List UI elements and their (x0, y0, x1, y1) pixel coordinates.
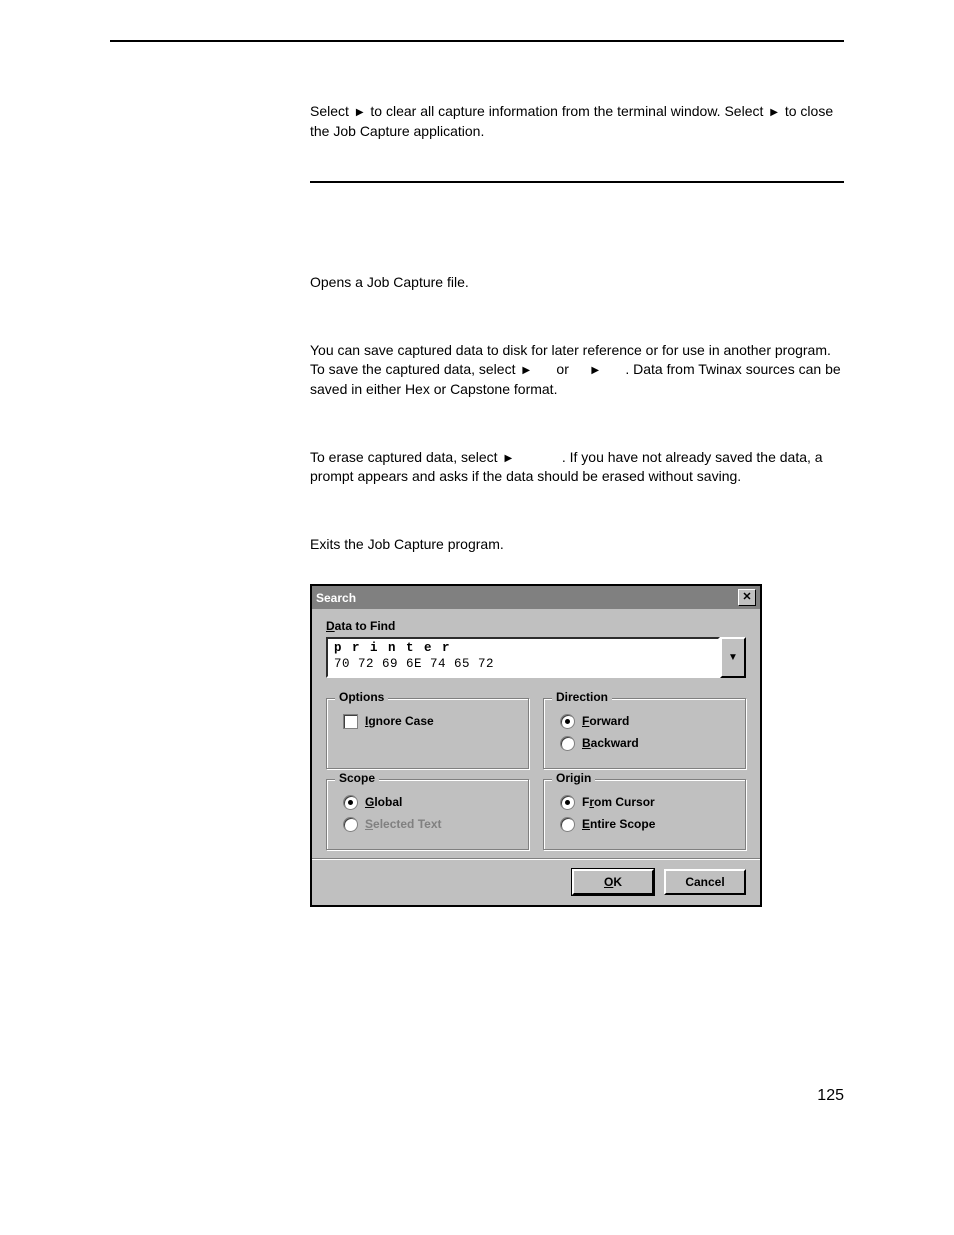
search-dialog: Search ✕ Data to Find printer 70 72 69 6… (310, 584, 762, 906)
direction-title: Direction (552, 690, 612, 704)
radio-icon (343, 817, 358, 832)
options-title: Options (335, 690, 388, 704)
exit-text: Exits the Job Capture program. (310, 535, 844, 555)
chevron-down-icon: ▼ (728, 652, 738, 663)
menu-arrow-icon: ▶ (591, 364, 599, 378)
input-letters-row: printer (334, 641, 714, 657)
intro-paragraph: Select ▶ to clear all capture informatio… (310, 102, 844, 141)
radio-icon (560, 736, 575, 751)
intro-text-1: Select (310, 103, 353, 119)
open-text: Opens a Job Capture file. (310, 273, 844, 293)
menu-arrow-icon: ▶ (504, 452, 512, 466)
menu-arrow-icon: ▶ (770, 106, 778, 120)
top-rule (110, 40, 844, 42)
selected-text-radio: Selected Text (343, 817, 518, 832)
origin-group: Origin From Cursor Entire Scope (543, 779, 746, 850)
reset-text-a: To erase captured data, select (310, 449, 501, 465)
entire-scope-radio[interactable]: Entire Scope (560, 817, 735, 832)
save-paragraph: You can save captured data to disk for l… (310, 341, 844, 400)
combo-dropdown-button[interactable]: ▼ (720, 637, 746, 677)
menu-arrow-icon: ▶ (356, 106, 364, 120)
menu-arrow-icon: ▶ (522, 364, 530, 378)
origin-title: Origin (552, 771, 595, 785)
section-rule (310, 181, 844, 183)
page-number: 125 (110, 1087, 844, 1105)
scope-group: Scope Global Selected Text (326, 779, 529, 850)
forward-radio[interactable]: Forward (560, 714, 735, 729)
intro-text-2: to clear all capture information from th… (370, 103, 767, 119)
ignore-case-checkbox[interactable]: Ignore Case (343, 714, 518, 729)
radio-icon (343, 795, 358, 810)
data-to-find-input[interactable]: printer 70 72 69 6E 74 65 72 (326, 637, 720, 677)
close-icon: ✕ (742, 592, 751, 603)
cancel-button[interactable]: Cancel (664, 869, 746, 895)
dialog-titlebar: Search ✕ (312, 586, 760, 609)
data-to-find-label: Data to Find (326, 619, 746, 633)
from-cursor-radio[interactable]: From Cursor (560, 795, 735, 810)
direction-group: Direction Forward Backward (543, 698, 746, 769)
radio-icon (560, 795, 575, 810)
data-to-find-combo[interactable]: printer 70 72 69 6E 74 65 72 ▼ (326, 637, 746, 677)
options-group: Options Ignore Case (326, 698, 529, 769)
reset-paragraph: To erase captured data, select ▶ . If yo… (310, 448, 844, 487)
checkbox-icon (343, 714, 358, 729)
input-hex-row: 70 72 69 6E 74 65 72 (334, 657, 714, 673)
global-radio[interactable]: Global (343, 795, 518, 810)
radio-icon (560, 714, 575, 729)
ok-button[interactable]: OK (572, 869, 654, 895)
save-text-or: or (556, 361, 572, 377)
backward-radio[interactable]: Backward (560, 736, 735, 751)
close-button[interactable]: ✕ (738, 589, 756, 606)
scope-title: Scope (335, 771, 379, 785)
radio-icon (560, 817, 575, 832)
dialog-title-text: Search (316, 591, 356, 605)
